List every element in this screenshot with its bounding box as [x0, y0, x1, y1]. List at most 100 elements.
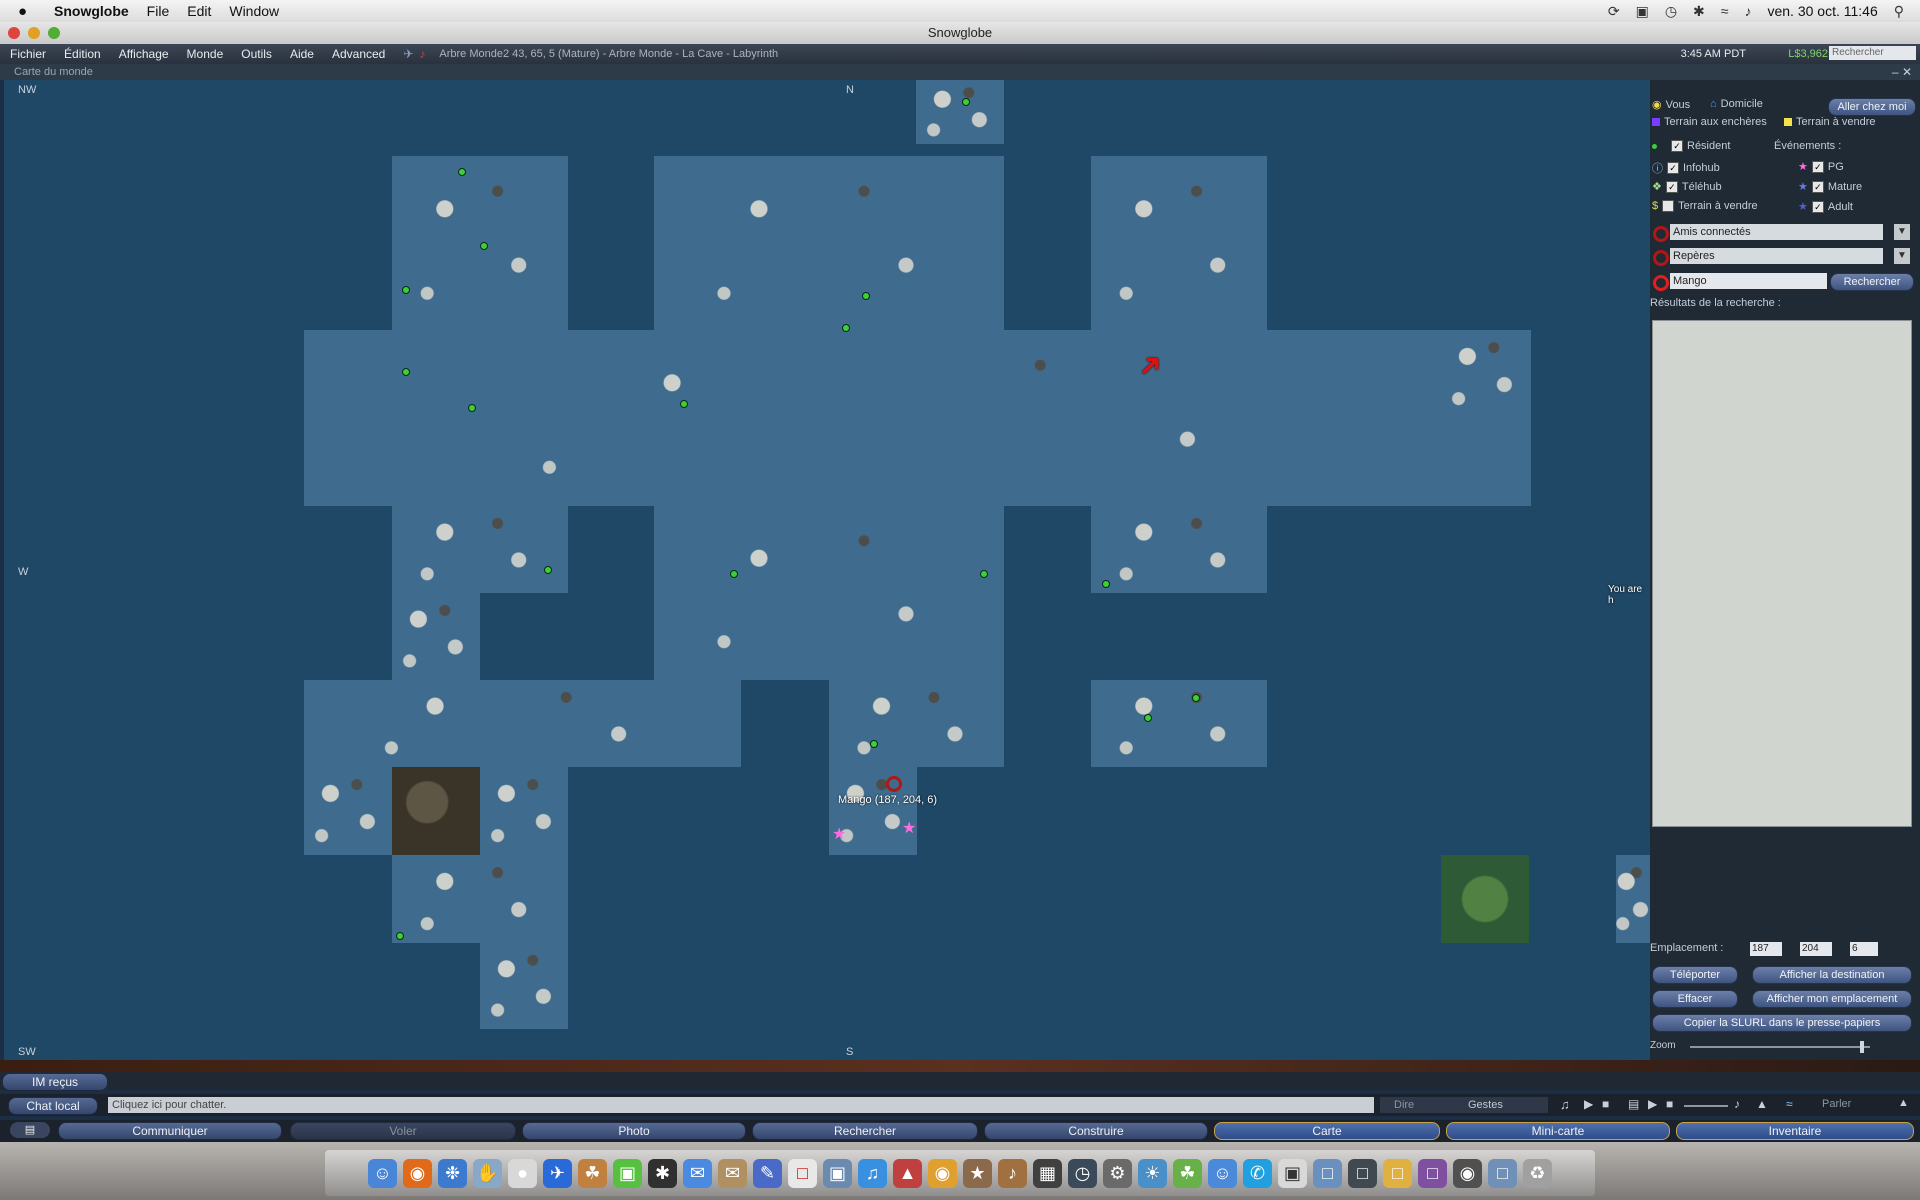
speak-button[interactable]: Parler — [1822, 1098, 1851, 1110]
inventory-button[interactable]: Inventaire — [1676, 1122, 1914, 1140]
zoom-slider-thumb[interactable] — [1860, 1041, 1864, 1053]
friends-dropdown[interactable]: Amis connectés — [1670, 224, 1883, 240]
map-button[interactable]: Carte — [1214, 1122, 1440, 1140]
minimize-floater-icon[interactable]: – — [1892, 65, 1899, 79]
chevron-up-icon[interactable]: ▲ — [1898, 1097, 1909, 1109]
map-search-button[interactable]: Rechercher — [1830, 273, 1914, 291]
map-region[interactable] — [480, 943, 568, 1029]
app-icon[interactable]: ☘ — [578, 1158, 607, 1188]
app-icon[interactable]: ▣ — [613, 1158, 642, 1188]
app-icon[interactable]: ★ — [963, 1158, 992, 1188]
search-button[interactable]: Rechercher — [752, 1122, 978, 1140]
app-icon[interactable]: ● — [508, 1158, 537, 1188]
itunes-icon[interactable]: ♫ — [858, 1158, 887, 1188]
resident-dot[interactable] — [402, 286, 410, 294]
copy-slurl-button[interactable]: Copier la SLURL dans le presse-papiers — [1652, 1014, 1912, 1032]
map-region[interactable] — [916, 80, 1004, 144]
bluetooth-icon[interactable]: ✱ — [1693, 3, 1705, 20]
zoom-slider[interactable] — [1690, 1041, 1870, 1053]
app-icon[interactable]: ▣ — [1278, 1158, 1307, 1188]
folder-icon[interactable]: □ — [1488, 1158, 1517, 1188]
folder-icon[interactable]: □ — [1348, 1158, 1377, 1188]
volume-icon[interactable]: ♪ — [1744, 3, 1751, 19]
minimap-button[interactable]: Mini-carte — [1446, 1122, 1670, 1140]
expand-up-icon[interactable]: ▲ — [1756, 1097, 1768, 1111]
close-floater-icon[interactable]: ✕ — [1902, 65, 1912, 79]
trash-icon[interactable]: ♻ — [1523, 1158, 1552, 1188]
voice-waves-icon[interactable]: ≈ — [1786, 1097, 1793, 1111]
finder-icon[interactable]: ☺ — [368, 1158, 397, 1188]
resident-dot[interactable] — [1102, 580, 1110, 588]
map-region[interactable] — [304, 767, 392, 855]
snapshot-button[interactable]: Photo — [522, 1122, 746, 1140]
app-icon[interactable]: ☘ — [1173, 1158, 1202, 1188]
chat-input[interactable]: Cliquez ici pour chatter. — [108, 1097, 1374, 1113]
go-home-button[interactable]: Aller chez moi — [1828, 98, 1916, 116]
resident-dot[interactable] — [458, 168, 466, 176]
app-icon[interactable]: ⚙ — [1103, 1158, 1132, 1188]
resident-dot[interactable] — [544, 566, 552, 574]
app-icon[interactable]: ✉ — [683, 1158, 712, 1188]
apple-icon[interactable]: ● — [18, 3, 36, 20]
app-icon[interactable]: ✋ — [473, 1158, 502, 1188]
display-icon[interactable]: ▣ — [1636, 3, 1649, 20]
pg-event-star-icon[interactable]: ★ — [832, 824, 846, 844]
app-icon[interactable]: ✈ — [543, 1158, 572, 1188]
resident-dot[interactable] — [680, 400, 688, 408]
resident-dot[interactable] — [1144, 714, 1152, 722]
folder-icon[interactable]: □ — [1383, 1158, 1412, 1188]
resident-dot[interactable] — [870, 740, 878, 748]
coord-x-field[interactable]: 187 — [1750, 942, 1782, 956]
chevron-down-icon[interactable]: ▼ — [1894, 224, 1910, 240]
close-window-button[interactable] — [8, 27, 20, 39]
resident-dot[interactable] — [1192, 694, 1200, 702]
menu-edit[interactable]: Edit — [187, 3, 211, 19]
communicate-button[interactable]: Communiquer — [58, 1122, 282, 1140]
guitar-icon[interactable]: ♪ — [998, 1158, 1027, 1188]
landmarks-dropdown[interactable]: Repères — [1670, 248, 1883, 264]
show-my-location-button[interactable]: Afficher mon emplacement — [1752, 990, 1912, 1008]
resident-dot[interactable] — [396, 932, 404, 940]
map-region[interactable] — [654, 156, 1004, 332]
clear-button[interactable]: Effacer — [1652, 990, 1738, 1008]
world-map-view[interactable]: NW N NE W SW S ➜ Mango (187, 204, 6) ★ ★… — [4, 80, 1650, 1060]
menu-aide[interactable]: Aide — [290, 47, 314, 61]
map-region[interactable] — [480, 767, 568, 855]
gestures-dropdown[interactable]: Gestes — [1464, 1097, 1548, 1113]
adult-checkbox[interactable]: ✓ — [1811, 200, 1824, 213]
app-icon[interactable]: ☺ — [1208, 1158, 1237, 1188]
resident-dot[interactable] — [862, 292, 870, 300]
wifi-icon[interactable]: ≈ — [1721, 3, 1729, 19]
menu-affichage[interactable]: Affichage — [119, 47, 169, 61]
resident-dot[interactable] — [980, 570, 988, 578]
menu-clock[interactable]: ven. 30 oct. 11:46 — [1767, 3, 1877, 19]
infohub-checkbox[interactable]: ✓ — [1667, 162, 1679, 174]
say-button[interactable]: Dire — [1380, 1097, 1464, 1113]
menu-advanced[interactable]: Advanced — [332, 47, 385, 61]
minimize-window-button[interactable] — [28, 27, 40, 39]
map-region[interactable] — [829, 680, 1004, 767]
map-region[interactable] — [1091, 680, 1267, 767]
play-icon[interactable]: ▶ — [1584, 1097, 1593, 1111]
map-region[interactable] — [304, 680, 741, 767]
fly-button[interactable]: Voler — [290, 1122, 516, 1140]
chat-history-icon[interactable]: ▤ — [10, 1122, 50, 1138]
map-region[interactable] — [392, 506, 568, 593]
app-icon[interactable]: ◉ — [928, 1158, 957, 1188]
map-region[interactable] — [392, 593, 480, 680]
app-icon[interactable]: ▣ — [823, 1158, 852, 1188]
folder-icon[interactable]: □ — [1418, 1158, 1447, 1188]
app-icon[interactable]: ▦ — [1033, 1158, 1062, 1188]
map-region[interactable] — [654, 506, 1004, 680]
media-play-icon[interactable]: ▶ — [1648, 1097, 1657, 1111]
menu-window[interactable]: Window — [229, 3, 279, 19]
app-icon[interactable]: ◷ — [1068, 1158, 1097, 1188]
speaker-icon[interactable]: ♪ — [1734, 1097, 1740, 1111]
volume-slider[interactable] — [1684, 1105, 1728, 1107]
location-text[interactable]: Arbre Monde2 43, 65, 5 (Mature) - Arbre … — [439, 48, 778, 60]
teleport-button[interactable]: Téléporter — [1652, 966, 1738, 984]
destination-marker-icon[interactable] — [886, 776, 902, 792]
menu-search-input[interactable]: Rechercher — [1829, 46, 1916, 60]
coord-y-field[interactable]: 204 — [1800, 942, 1832, 956]
sync-icon[interactable]: ⟳ — [1608, 3, 1620, 20]
